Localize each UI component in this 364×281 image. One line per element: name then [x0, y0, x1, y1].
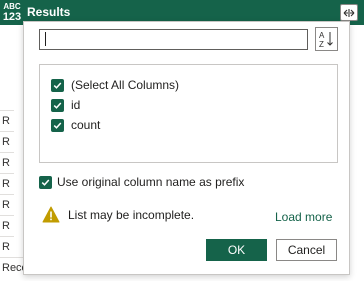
- sort-button[interactable]: A Z: [315, 27, 338, 51]
- prefix-option[interactable]: Use original column name as prefix: [39, 175, 244, 189]
- checkbox[interactable]: [51, 98, 64, 112]
- background-row: R: [0, 131, 14, 152]
- text-caret: [45, 32, 46, 46]
- column-item-id[interactable]: id: [51, 95, 80, 115]
- checkbox[interactable]: [51, 118, 64, 132]
- search-input[interactable]: [39, 29, 308, 50]
- background-row: R: [0, 173, 14, 194]
- expand-column-icon: [343, 8, 355, 17]
- warning-triangle-icon: [42, 206, 60, 223]
- background-row: R: [0, 236, 14, 257]
- background-row: R: [0, 215, 14, 236]
- column-item-label: id: [71, 98, 81, 112]
- background-row: R: [0, 194, 14, 215]
- svg-text:Z: Z: [319, 40, 324, 48]
- expand-dialog: A Z (Select All Columns) id count Use or…: [23, 21, 350, 275]
- check-icon: [53, 101, 62, 109]
- column-item-label: count: [71, 118, 101, 132]
- load-more-link[interactable]: Load more: [275, 210, 332, 224]
- column-item-count[interactable]: count: [51, 115, 100, 135]
- prefix-checkbox[interactable]: [39, 175, 52, 189]
- warning-text: List may be incomplete.: [68, 207, 195, 222]
- expand-column-button[interactable]: [340, 4, 358, 21]
- checkbox[interactable]: [51, 78, 64, 92]
- svg-text:A: A: [319, 31, 325, 40]
- column-item-select-all[interactable]: (Select All Columns): [51, 75, 179, 95]
- column-item-label: (Select All Columns): [71, 78, 180, 92]
- column-list: (Select All Columns) id count: [39, 64, 338, 163]
- warning-message: List may be incomplete.: [42, 206, 194, 223]
- check-icon: [53, 121, 62, 129]
- ok-button[interactable]: OK: [206, 239, 267, 261]
- check-icon: [41, 178, 50, 186]
- column-title: Results: [27, 5, 71, 19]
- cancel-button[interactable]: Cancel: [276, 239, 337, 261]
- prefix-option-label: Use original column name as prefix: [57, 175, 245, 189]
- background-row: R: [0, 152, 14, 173]
- sort-az-icon: A Z: [319, 31, 333, 48]
- background-row: R: [0, 110, 14, 131]
- any-type-icon[interactable]: ABC 123: [1, 2, 23, 23]
- check-icon: [53, 81, 62, 89]
